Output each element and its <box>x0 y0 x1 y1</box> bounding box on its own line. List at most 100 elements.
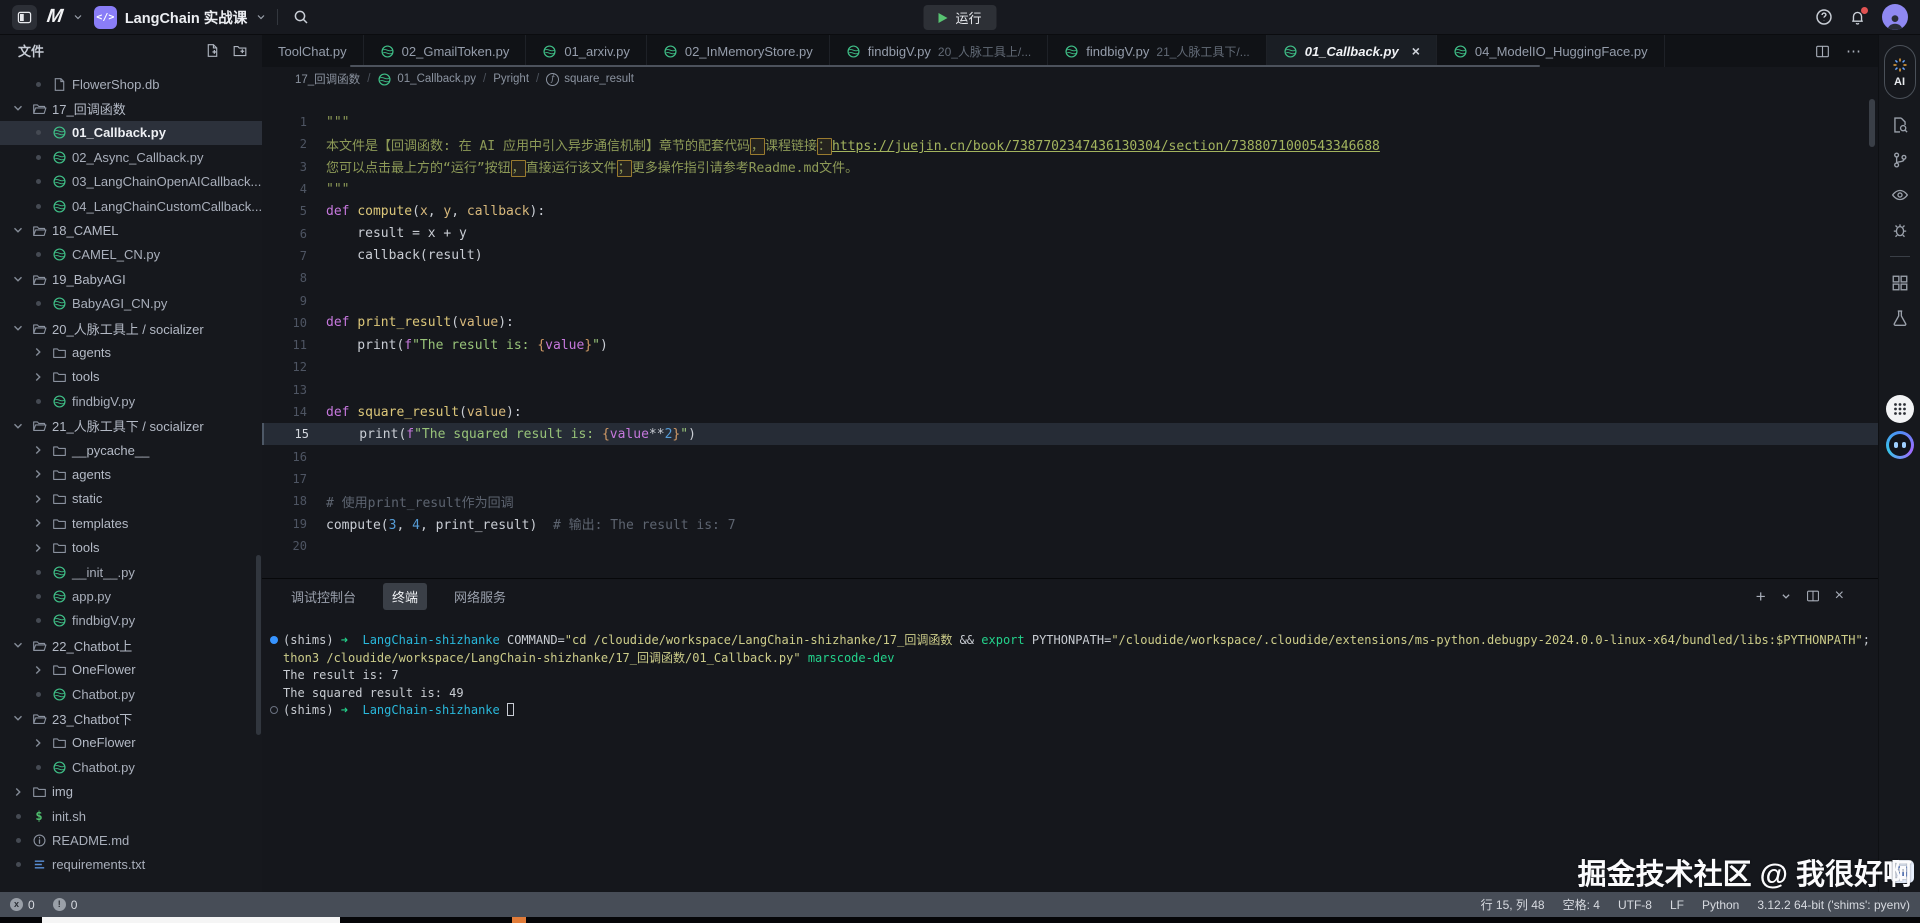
toggle-sidebar-button[interactable] <box>12 5 37 30</box>
tree-folder-item[interactable]: img <box>0 780 262 804</box>
breadcrumb-item[interactable]: 01_Callback.py <box>377 72 476 87</box>
line-number[interactable]: 1 <box>262 115 307 129</box>
line-number[interactable]: 12 <box>262 360 307 374</box>
code-editor[interactable]: 1"""2本文件是【回调函数: 在 AI 应用中引入异步通信机制】章节的配套代码… <box>262 91 1878 578</box>
code-line[interactable]: 12 <box>262 356 1878 378</box>
status-python-interpreter[interactable]: 3.12.2 64-bit ('shims': pyenv) <box>1757 898 1910 912</box>
line-number[interactable]: 16 <box>262 450 307 464</box>
terminal-dropdown-icon[interactable] <box>1781 591 1791 601</box>
line-number[interactable]: 3 <box>262 160 307 174</box>
help-icon[interactable] <box>1815 8 1833 26</box>
preview-eye-icon[interactable] <box>1891 186 1909 204</box>
tree-file-item[interactable]: app.py <box>0 584 262 608</box>
tree-file-item[interactable]: findbigV.py <box>0 609 262 633</box>
tree-folder-item[interactable]: tools <box>0 536 262 560</box>
tree-folder-item[interactable]: agents <box>0 340 262 364</box>
line-number[interactable]: 7 <box>262 249 307 263</box>
terminal[interactable]: (shims) ➜ LangChain-shizhanke COMMAND="c… <box>262 613 1878 892</box>
editor-tab[interactable]: ToolChat.py <box>262 35 364 67</box>
editor-tab[interactable]: 01_arxiv.py <box>526 35 647 67</box>
breadcrumb-item[interactable]: 17_回调函数 <box>295 71 360 87</box>
status-indentation[interactable]: 空格: 4 <box>1563 896 1600 913</box>
tree-file-item[interactable]: findbigV.py <box>0 389 262 413</box>
code-line[interactable]: 20 <box>262 535 1878 557</box>
code-line[interactable]: 6 result = x + y <box>262 223 1878 245</box>
debug-bug-icon[interactable] <box>1891 221 1909 239</box>
tree-folder-item[interactable]: agents <box>0 462 262 486</box>
file-search-icon[interactable] <box>1891 116 1909 134</box>
tree-folder-item[interactable]: 21_人脉工具下 / socializer <box>0 414 262 438</box>
code-line[interactable]: 7 callback(result) <box>262 245 1878 267</box>
panel-toggle-floating-button[interactable] <box>1891 860 1914 883</box>
tree-folder-item[interactable]: 23_Chatbot下 <box>0 706 262 730</box>
tree-file-item[interactable]: requirements.txt <box>0 853 262 877</box>
workspace-switcher[interactable]: </> LangChain 实战课 <box>94 6 267 29</box>
tree-file-item[interactable]: FlowerShop.db <box>0 72 262 96</box>
split-terminal-icon[interactable] <box>1806 589 1820 603</box>
quick-grid-button[interactable] <box>1886 395 1914 423</box>
tree-file-item[interactable]: 03_LangChainOpenAICallback.... <box>0 170 262 194</box>
code-line[interactable]: 14def square_result(value): <box>262 401 1878 423</box>
editor-tab[interactable]: 04_ModelIO_HuggingFace.py <box>1437 35 1665 67</box>
code-line[interactable]: 10def print_result(value): <box>262 312 1878 334</box>
tree-file-item[interactable]: README.md <box>0 828 262 852</box>
status-eol[interactable]: LF <box>1670 898 1684 912</box>
tree-file-item[interactable]: Chatbot.py <box>0 755 262 779</box>
ai-mascot-button[interactable] <box>1886 431 1914 459</box>
breadcrumb-item[interactable]: Pyright <box>493 73 529 85</box>
notifications-bell-icon[interactable] <box>1849 9 1866 26</box>
run-button[interactable]: 运行 <box>923 5 996 30</box>
source-control-icon[interactable] <box>1891 151 1909 169</box>
tree-folder-item[interactable]: OneFlower <box>0 658 262 682</box>
line-number[interactable]: 19 <box>262 517 307 531</box>
code-line[interactable]: 8 <box>262 267 1878 289</box>
split-editor-icon[interactable] <box>1815 44 1830 59</box>
line-number[interactable]: 11 <box>262 338 307 352</box>
tree-folder-item[interactable]: 20_人脉工具上 / socializer <box>0 316 262 340</box>
user-avatar[interactable] <box>1882 4 1908 30</box>
line-number[interactable]: 18 <box>262 494 307 508</box>
code-line[interactable]: 11 print(f"The result is: {value}") <box>262 334 1878 356</box>
editor-scrollbar[interactable] <box>1869 99 1875 147</box>
tree-folder-item[interactable]: 19_BabyAGI <box>0 267 262 291</box>
more-actions-icon[interactable]: ⋯ <box>1846 42 1862 60</box>
line-number[interactable]: 10 <box>262 316 307 330</box>
editor-tab[interactable]: findbigV.py20_人脉工具上/... <box>830 35 1049 67</box>
close-panel-icon[interactable]: × <box>1835 588 1844 604</box>
test-beaker-icon[interactable] <box>1891 309 1909 327</box>
panel-tab[interactable]: 网络服务 <box>445 583 515 610</box>
panel-tab[interactable]: 终端 <box>383 583 427 610</box>
code-line[interactable]: 3您可以点击最上方的“运行”按钮，直接运行该文件；更多操作指引请参考Readme… <box>262 156 1878 178</box>
line-number[interactable]: 20 <box>262 539 307 553</box>
code-line[interactable]: 9 <box>262 289 1878 311</box>
tree-folder-item[interactable]: 17_回调函数 <box>0 96 262 120</box>
code-line[interactable]: 17 <box>262 468 1878 490</box>
tree-file-item[interactable]: __init__.py <box>0 560 262 584</box>
search-button[interactable] <box>288 5 313 30</box>
line-number[interactable]: 2 <box>262 137 307 151</box>
tree-file-item[interactable]: 04_LangChainCustomCallback.... <box>0 194 262 218</box>
breadcrumb-item[interactable]: fsquare_result <box>546 73 634 86</box>
code-line[interactable]: 5def compute(x, y, callback): <box>262 200 1878 222</box>
tree-file-item[interactable]: CAMEL_CN.py <box>0 243 262 267</box>
code-line[interactable]: 19compute(3, 4, print_result) # 输出: The … <box>262 512 1878 534</box>
new-terminal-icon[interactable]: + <box>1756 588 1766 605</box>
code-line[interactable]: 2本文件是【回调函数: 在 AI 应用中引入异步通信机制】章节的配套代码，课程链… <box>262 133 1878 155</box>
status-encoding[interactable]: UTF-8 <box>1618 898 1652 912</box>
editor-tab[interactable]: 02_InMemoryStore.py <box>647 35 830 67</box>
line-number[interactable]: 8 <box>262 271 307 285</box>
tree-folder-item[interactable]: tools <box>0 365 262 389</box>
close-icon[interactable]: × <box>1412 44 1420 58</box>
tree-folder-item[interactable]: static <box>0 487 262 511</box>
status-warnings[interactable]: !0 <box>53 898 78 912</box>
marscode-logo[interactable]: M <box>45 6 63 28</box>
status-cursor-position[interactable]: 行 15, 列 48 <box>1481 896 1545 913</box>
tree-file-item[interactable]: 02_Async_Callback.py <box>0 145 262 169</box>
status-errors[interactable]: x0 <box>10 898 35 912</box>
tree-folder-item[interactable]: templates <box>0 511 262 535</box>
tree-folder-item[interactable]: 22_Chatbot上 <box>0 633 262 657</box>
tree-file-item[interactable]: Chatbot.py <box>0 682 262 706</box>
code-line[interactable]: 16 <box>262 446 1878 468</box>
code-line[interactable]: 4""" <box>262 178 1878 200</box>
current-code-line[interactable]: 15 print(f"The squared result is: {value… <box>262 423 1878 445</box>
